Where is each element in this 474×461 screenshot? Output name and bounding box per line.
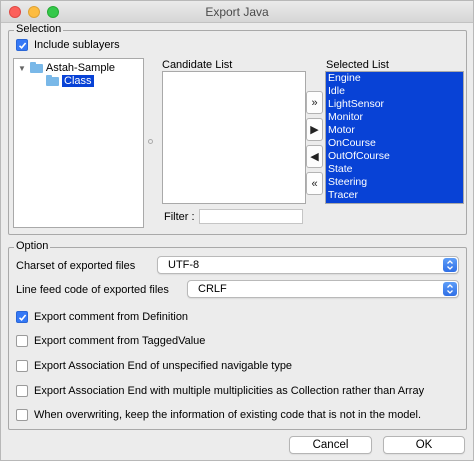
export-comment-definition-checkbox[interactable]: Export comment from Definition (16, 311, 188, 323)
keep-existing-code-checkbox[interactable]: When overwriting, keep the information o… (16, 409, 421, 421)
folder-icon (29, 61, 43, 73)
selected-list-label: Selected List (326, 59, 389, 71)
checkmark-icon (18, 313, 26, 321)
option-legend: Option (14, 240, 51, 252)
title-bar: Export Java (1, 1, 473, 23)
checkbox-label: Export Association End with multiple mul… (34, 385, 425, 397)
export-comment-taggedvalue-checkbox[interactable]: Export comment from TaggedValue (16, 335, 205, 347)
filter-input[interactable] (199, 209, 303, 224)
linefeed-value: CRLF (198, 283, 227, 295)
list-item[interactable]: LightSensor (326, 98, 463, 111)
candidate-list[interactable] (162, 71, 306, 204)
export-association-collection-checkbox[interactable]: Export Association End with multiple mul… (16, 385, 424, 397)
list-item[interactable]: Idle (326, 85, 463, 98)
window-title: Export Java (205, 5, 269, 19)
tree-item-label: Class (62, 75, 94, 87)
checkbox-box[interactable] (16, 409, 28, 421)
ok-button[interactable]: OK (383, 436, 465, 454)
checkbox-box[interactable] (16, 311, 28, 323)
list-item[interactable]: Monitor (326, 111, 463, 124)
tree-item-label: Astah-Sample (45, 62, 116, 74)
linefeed-label: Line feed code of exported files (16, 284, 169, 296)
splitter-handle[interactable] (148, 139, 153, 144)
include-sublayers-label: Include sublayers (34, 39, 120, 51)
cancel-button[interactable]: Cancel (289, 436, 372, 454)
add-button[interactable]: ▶ (306, 118, 323, 141)
export-java-dialog: Export Java Selection Include sublayers … (0, 0, 474, 461)
checkbox-label: Export comment from TaggedValue (34, 335, 206, 347)
charset-select[interactable]: UTF-8 (157, 256, 459, 274)
list-item[interactable]: Tracer (326, 189, 463, 202)
checkbox-box[interactable] (16, 385, 28, 397)
charset-value: UTF-8 (168, 259, 200, 271)
checkbox-box[interactable] (16, 360, 28, 372)
selection-legend: Selection (14, 23, 64, 35)
checkbox-label: When overwriting, keep the information o… (34, 409, 422, 421)
charset-label: Charset of exported files (16, 260, 136, 272)
linefeed-select[interactable]: CRLF (187, 280, 459, 298)
list-item[interactable]: State (326, 163, 463, 176)
remove-button[interactable]: ◀ (306, 145, 323, 168)
select-arrows-icon (443, 282, 457, 296)
remove-all-button[interactable]: « (306, 172, 323, 195)
tree-item-astah-sample[interactable]: ▼ Astah-Sample (18, 61, 116, 74)
include-sublayers-check[interactable] (16, 39, 28, 51)
export-association-unspecified-checkbox[interactable]: Export Association End of unspecified na… (16, 360, 292, 372)
checkmark-icon (18, 41, 26, 49)
selected-list[interactable]: Engine Idle LightSensor Monitor Motor On… (325, 71, 464, 204)
tree-item-class[interactable]: Class (46, 74, 94, 87)
folder-icon (46, 74, 59, 86)
candidate-list-label: Candidate List (162, 59, 233, 71)
include-sublayers-checkbox[interactable]: Include sublayers (16, 39, 120, 51)
checkbox-label: Export comment from Definition (34, 311, 189, 323)
list-item[interactable]: OnCourse (326, 137, 463, 150)
list-item[interactable]: OutOfCourse (326, 150, 463, 163)
model-tree[interactable]: ▼ Astah-Sample Class (13, 58, 144, 228)
list-item[interactable]: Motor (326, 124, 463, 137)
filter-label: Filter : (164, 211, 195, 223)
checkbox-box[interactable] (16, 335, 28, 347)
add-all-button[interactable]: » (306, 91, 323, 114)
checkbox-label: Export Association End of unspecified na… (34, 360, 293, 372)
select-arrows-icon (443, 258, 457, 272)
expand-triangle-icon[interactable]: ▼ (18, 64, 26, 73)
list-item[interactable]: Steering (326, 176, 463, 189)
list-item[interactable]: Engine (326, 72, 463, 85)
